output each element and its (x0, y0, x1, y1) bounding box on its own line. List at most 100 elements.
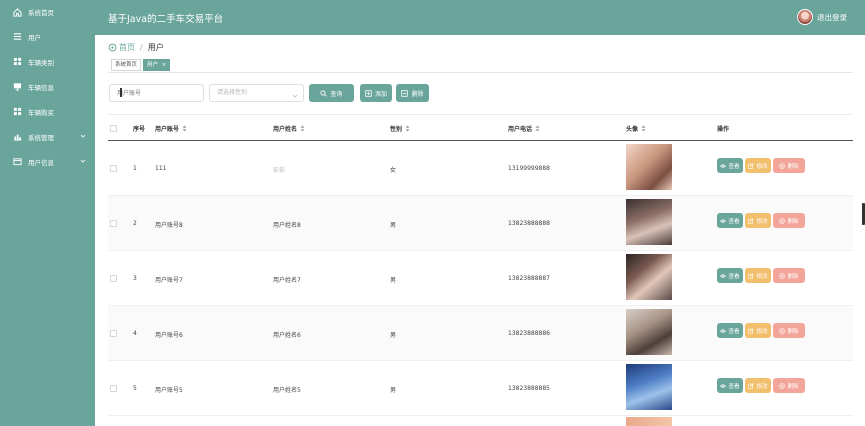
edit-button[interactable]: 修改 (745, 378, 771, 393)
sidebar-item-label: 系统管理 (28, 133, 54, 142)
sidebar-item-car-purchase[interactable]: 车辆购买 (0, 99, 95, 124)
add-button[interactable]: 添加 (360, 84, 392, 102)
delete-icon (779, 272, 786, 279)
tag-users[interactable]: 用户 × (143, 59, 171, 71)
sidebar-item-users[interactable]: 用户 (0, 24, 95, 49)
delete-button[interactable]: 删除 (773, 158, 805, 173)
chevron-down-icon (292, 90, 298, 98)
avatar-image[interactable] (626, 144, 672, 190)
select-all-checkbox[interactable] (110, 125, 117, 132)
sort-icon[interactable] (405, 125, 410, 132)
search-icon (320, 89, 328, 97)
sidebar-item-label: 用户 (28, 33, 41, 42)
view-button[interactable]: 查看 (717, 268, 743, 283)
avatar-image[interactable] (626, 364, 672, 410)
edit-button[interactable]: 修改 (745, 323, 771, 338)
home-icon (108, 43, 117, 52)
logout-button[interactable]: 退出登录 (817, 12, 847, 23)
tag-home[interactable]: 系统首页 (111, 59, 142, 71)
edit-icon (748, 272, 755, 279)
sidebar-item-car-info[interactable]: 车辆信息 (0, 74, 95, 99)
avatar-image[interactable] (626, 309, 672, 355)
column-actions: 操作 (717, 126, 730, 133)
sidebar-item-system-management[interactable]: 系统管理 (0, 124, 95, 149)
close-icon[interactable]: × (162, 62, 167, 68)
grid-icon (13, 107, 22, 116)
cell-phone: 13199999888 (508, 165, 550, 172)
cell-account: 用户账号8 (155, 222, 183, 229)
column-phone[interactable]: 用户电话 (508, 124, 540, 133)
cell-name: 用户姓名5 (273, 387, 301, 394)
query-button[interactable]: 查询 (309, 84, 354, 102)
batch-delete-button[interactable]: 删除 (396, 84, 429, 102)
column-account[interactable]: 用户账号 (155, 124, 187, 133)
breadcrumb: 首页 / 用户 (108, 42, 164, 53)
cell-gender: 男 (390, 387, 397, 394)
tags-view: 系统首页 用户 × (108, 59, 853, 73)
view-button[interactable]: 查看 (717, 323, 743, 338)
add-icon (365, 89, 372, 97)
monitor-icon (13, 82, 22, 91)
sort-icon[interactable] (300, 125, 305, 132)
row-checkbox[interactable] (110, 330, 117, 337)
avatar-image[interactable] (626, 254, 672, 300)
table-row: 2 用户账号8 用户姓名8 男 13823888888 查看 修改 删除 (108, 196, 853, 251)
chevron-down-icon (80, 158, 86, 164)
delete-button[interactable]: 删除 (773, 213, 805, 228)
column-name[interactable]: 用户姓名 (273, 124, 305, 133)
edit-icon (748, 162, 755, 169)
cell-account: 用户账号7 (155, 277, 183, 284)
cell-phone: 13823888885 (508, 385, 550, 392)
sidebar-item-user-info[interactable]: 用户信息 (0, 149, 95, 174)
edit-button[interactable]: 修改 (745, 268, 771, 283)
cell-index: 2 (133, 220, 137, 227)
avatar-image[interactable] (626, 199, 672, 245)
sidebar-item-label: 车辆购买 (28, 108, 54, 117)
breadcrumb-home[interactable]: 首页 (119, 42, 135, 53)
row-checkbox[interactable] (110, 220, 117, 227)
sort-icon[interactable] (641, 125, 646, 132)
avatar-image[interactable] (626, 417, 672, 426)
delete-icon (779, 217, 786, 224)
avatar[interactable] (797, 9, 813, 25)
column-gender[interactable]: 性别 (390, 124, 410, 133)
delete-icon (779, 327, 786, 334)
cell-gender: 男 (390, 222, 397, 229)
edit-button[interactable]: 修改 (745, 158, 771, 173)
table-header: 序号 用户账号 用户姓名 性别 用户电话 头像 操作 (108, 114, 853, 141)
eye-icon (720, 163, 727, 169)
eye-icon (720, 218, 727, 224)
delete-button[interactable]: 删除 (773, 268, 805, 283)
row-checkbox[interactable] (110, 385, 117, 392)
row-checkbox[interactable] (110, 165, 117, 172)
list-icon (13, 32, 22, 41)
view-button[interactable]: 查看 (717, 158, 743, 173)
edit-button[interactable]: 修改 (745, 213, 771, 228)
app-title: 基于Java的二手车交易平台 (108, 14, 224, 25)
delete-icon (779, 382, 786, 389)
cell-gender: 女 (390, 167, 397, 174)
cell-name: 用户姓名8 (273, 222, 301, 229)
cell-account: 用户账号5 (155, 387, 183, 394)
sidebar-item-label: 车辆类别 (28, 58, 54, 67)
table-row: 1 111 彭彭 女 13199999888 查看 修改 删除 (108, 141, 853, 196)
view-button[interactable]: 查看 (717, 213, 743, 228)
sort-icon[interactable] (535, 125, 540, 132)
delete-button[interactable]: 删除 (773, 323, 805, 338)
sidebar: 系统首页 用户 车辆类别 车辆信息 车辆购买 系统管理 用户信息 (0, 0, 95, 426)
gender-select[interactable]: 请选择性别 (209, 84, 304, 102)
cell-name: 彭彭 (273, 167, 286, 174)
row-checkbox[interactable] (110, 275, 117, 282)
cell-index: 4 (133, 330, 137, 337)
text-cursor (120, 88, 122, 97)
sidebar-item-home[interactable]: 系统首页 (0, 0, 95, 24)
sort-icon[interactable] (182, 125, 187, 132)
column-avatar[interactable]: 头像 (626, 124, 646, 133)
account-search-input[interactable] (109, 84, 204, 102)
delete-button[interactable]: 删除 (773, 378, 805, 393)
sidebar-item-car-category[interactable]: 车辆类别 (0, 49, 95, 74)
eye-icon (720, 383, 727, 389)
table-row: 4 用户账号6 用户姓名6 男 13823888886 查看 修改 删除 (108, 306, 853, 361)
eye-icon (720, 273, 727, 279)
view-button[interactable]: 查看 (717, 378, 743, 393)
